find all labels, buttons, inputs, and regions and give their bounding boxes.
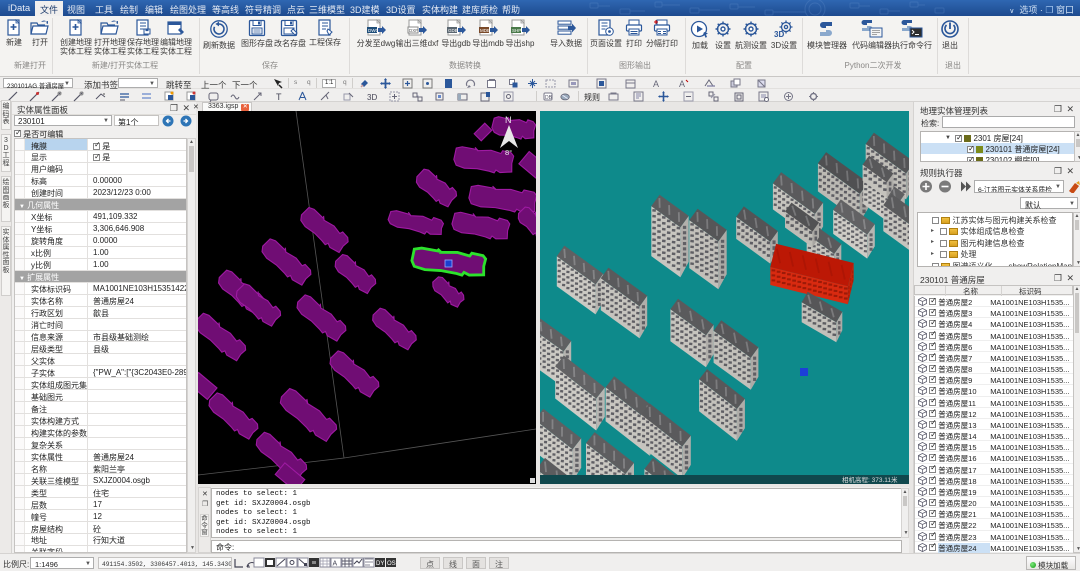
svg-text:3D: 3D [367, 93, 377, 102]
svg-text:DWG: DWG [368, 28, 379, 33]
svg-text:A: A [653, 79, 659, 89]
svg-text:A: A [333, 561, 338, 568]
svg-text:DB: DB [545, 95, 553, 101]
svg-text:SHP: SHP [512, 28, 521, 33]
svg-text:OS: OS [387, 561, 396, 567]
svg-text:DXF: DXF [409, 28, 418, 33]
svg-text:A: A [679, 79, 685, 89]
svg-text:N: N [505, 115, 512, 125]
svg-text:3D: 3D [774, 30, 784, 39]
svg-text:GDB: GDB [448, 28, 458, 33]
svg-text:DY: DY [376, 561, 384, 567]
svg-text:MDB: MDB [480, 28, 490, 33]
svg-text:8°: 8° [505, 148, 512, 157]
svg-text:相机高程: 373.11米: 相机高程: 373.11米 [842, 475, 898, 484]
svg-text:T: T [276, 92, 282, 102]
